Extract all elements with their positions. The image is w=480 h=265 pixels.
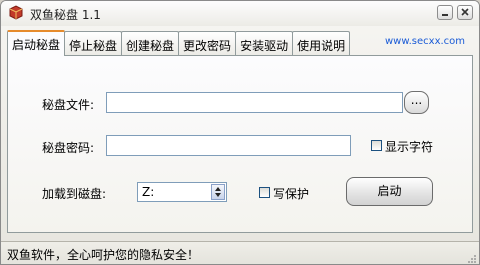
tab-change-password[interactable]: 更改密码 — [178, 31, 237, 55]
mount-drive-label: 加载到磁盘: — [42, 187, 107, 201]
title-bar: 双鱼秘盘 1.1 — [1, 1, 479, 26]
tab-install-driver[interactable]: 安装驱动 — [235, 31, 294, 55]
website-link[interactable]: www.secxx.com — [385, 36, 465, 47]
window-title: 双鱼秘盘 1.1 — [30, 8, 101, 22]
write-protect-checkbox[interactable] — [259, 187, 270, 198]
show-chars-checkbox[interactable] — [371, 140, 382, 151]
show-chars-label: 显示字符 — [385, 140, 434, 154]
drive-select-value: Z: — [142, 185, 155, 199]
drive-select[interactable]: Z: — [137, 182, 227, 202]
tab-strip: 启动秘盘 停止秘盘 创建秘盘 更改密码 安装驱动 使用说明 — [7, 30, 351, 56]
resize-grip-icon[interactable] — [467, 253, 477, 263]
tab-create-disk[interactable]: 创建秘盘 — [121, 31, 180, 55]
app-window: 双鱼秘盘 1.1 启动秘盘 停止秘盘 创建秘盘 更改密码 安装驱动 使用说明 w… — [0, 0, 480, 265]
minimize-button[interactable] — [437, 5, 453, 20]
minimize-icon — [442, 14, 448, 16]
disk-file-input[interactable] — [106, 92, 403, 113]
browse-button[interactable]: ... — [404, 91, 429, 114]
close-button[interactable] — [457, 5, 473, 20]
start-button[interactable]: 启动 — [346, 177, 433, 206]
close-icon — [461, 8, 469, 16]
password-label: 秘盘密码: — [42, 141, 95, 155]
tab-start-disk[interactable]: 启动秘盘 — [7, 30, 66, 56]
status-bar: 双鱼软件，全心呵护您的隐私安全！ — [1, 241, 479, 264]
write-protect-label: 写保护 — [273, 187, 310, 201]
password-input[interactable] — [106, 135, 351, 156]
spin-arrows-icon[interactable] — [211, 184, 225, 200]
app-icon — [8, 5, 24, 20]
tab-stop-disk[interactable]: 停止秘盘 — [64, 31, 123, 55]
tab-help[interactable]: 使用说明 — [292, 31, 351, 55]
disk-file-label: 秘盘文件: — [42, 98, 95, 112]
status-text: 双鱼软件，全心呵护您的隐私安全！ — [7, 248, 200, 262]
